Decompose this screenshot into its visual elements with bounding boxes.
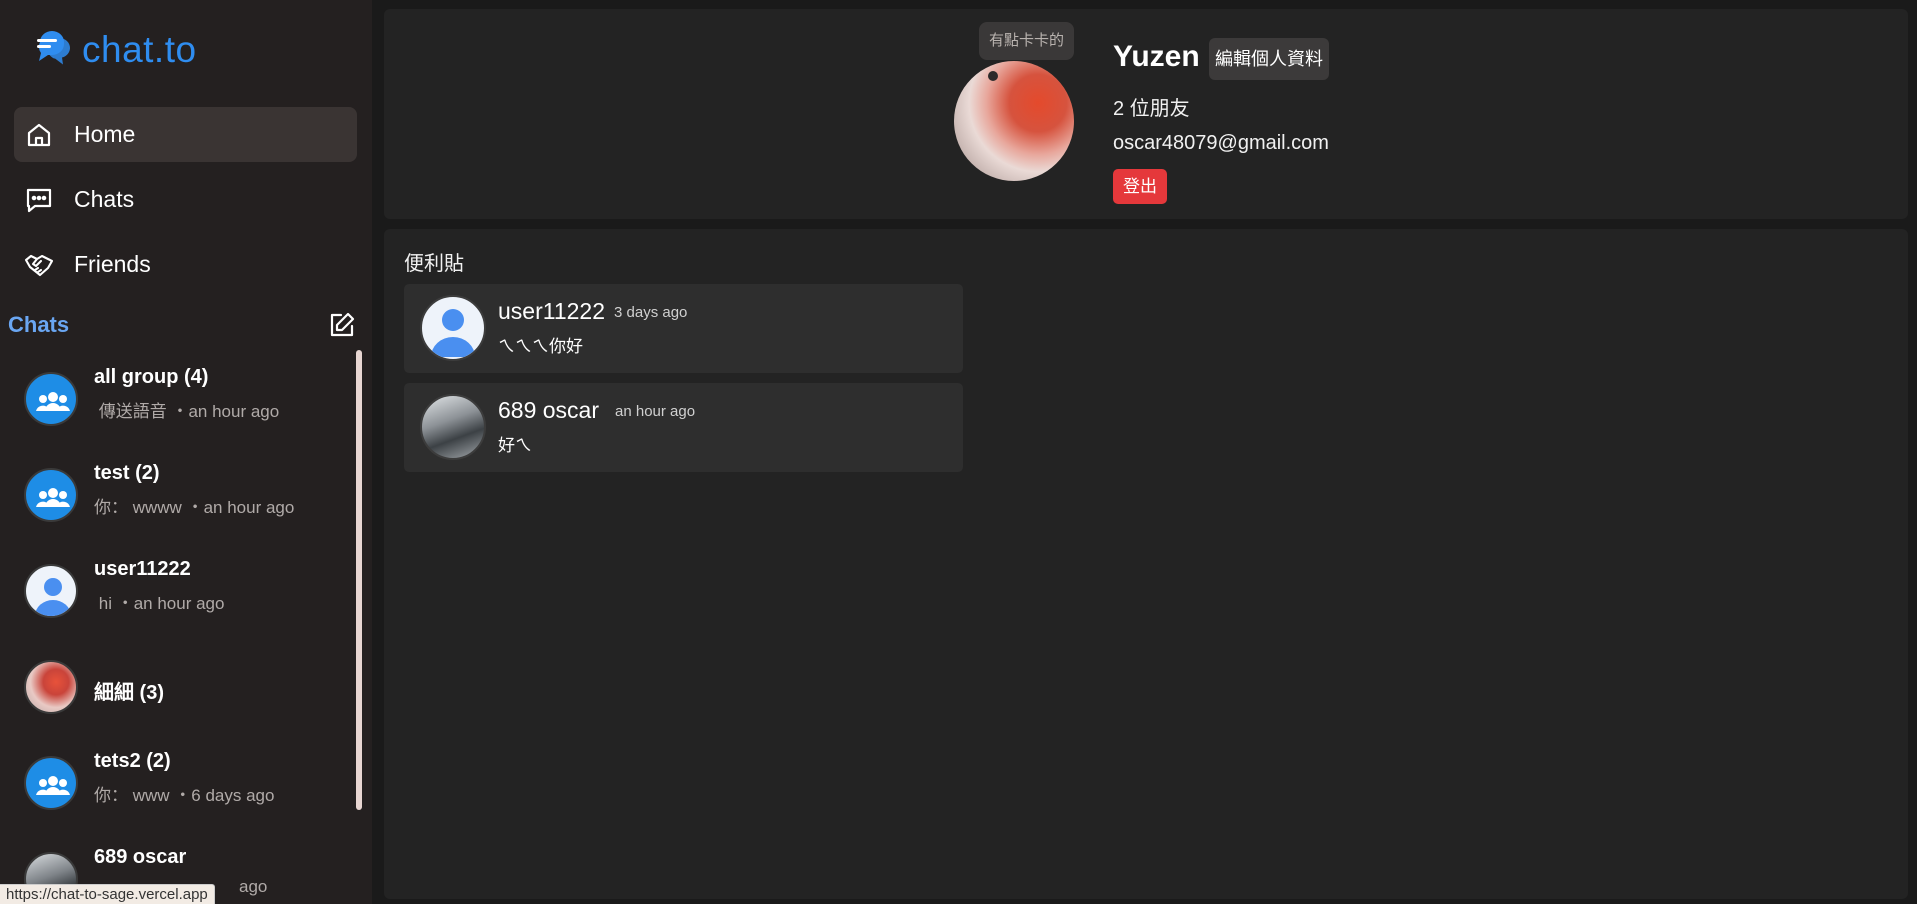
chat-logo-icon xyxy=(37,31,70,65)
chat-item-user11222[interactable]: user11222 hi ・an hour ago xyxy=(0,546,352,636)
nav-home-label: Home xyxy=(74,121,136,147)
chat-list-scrollbar[interactable] xyxy=(356,350,364,810)
chat-item-test[interactable]: test (2) 你： wwww ・an hour ago xyxy=(0,450,352,540)
nav-chats[interactable]: Chats xyxy=(14,172,357,227)
nav-friends[interactable]: Friends xyxy=(14,237,357,292)
default-user-avatar xyxy=(24,564,78,618)
photo-avatar xyxy=(420,394,486,460)
sticky-note[interactable]: 689 oscar an hour ago 好ㄟ xyxy=(404,383,963,472)
chats-section-title: Chats xyxy=(8,312,70,337)
group-icon xyxy=(24,372,78,426)
chat-preview: 你： www ・6 days ago xyxy=(94,786,275,805)
status-bar-url: https://chat-to-sage.vercel.app xyxy=(0,884,215,904)
chat-preview: 你： wwww ・an hour ago xyxy=(94,498,295,517)
profile-name: Yuzen xyxy=(1113,40,1200,73)
chat-preview: 傳送語音 ・an hour ago xyxy=(98,402,280,421)
chat-bubble-icon xyxy=(24,185,54,215)
sticky-note[interactable]: user11222 3 days ago ㄟㄟㄟ你好 xyxy=(404,284,963,373)
sticky-notes-title: 便利貼 xyxy=(404,253,464,275)
chat-item-all-group[interactable]: all group (4) 傳送語音 ・an hour ago xyxy=(0,354,352,444)
chat-name: tets2 (2) xyxy=(94,750,171,772)
profile-email: oscar48079@gmail.com xyxy=(1113,132,1329,154)
chat-name: user11222 xyxy=(94,558,191,580)
nav-friends-label: Friends xyxy=(74,251,151,277)
chat-name: all group (4) xyxy=(94,366,209,388)
chats-section-header: Chats xyxy=(8,308,358,342)
friends-count[interactable]: 2 位朋友 xyxy=(1113,92,1190,121)
status-bubble[interactable]: 有點卡卡的 xyxy=(979,22,1075,60)
note-message: 好ㄟ xyxy=(498,436,532,455)
nav-chats-label: Chats xyxy=(74,186,135,212)
chat-list: all group (4) 傳送語音 ・an hour ago test (2)… xyxy=(0,354,355,904)
note-author: user11222 xyxy=(498,298,605,324)
photo-avatar xyxy=(24,660,78,714)
note-time: an hour ago xyxy=(615,403,696,420)
nav-home[interactable]: Home xyxy=(14,107,357,162)
edit-icon[interactable] xyxy=(326,309,358,341)
chat-name: test (2) xyxy=(94,462,160,484)
chat-item-xixi[interactable]: 細細 (3) xyxy=(0,642,352,732)
handshake-icon xyxy=(24,250,54,280)
scrollbar-thumb[interactable] xyxy=(356,350,362,810)
home-icon xyxy=(24,120,54,150)
brand-logo[interactable]: chat.to xyxy=(26,26,197,74)
profile-avatar[interactable] xyxy=(954,61,1074,181)
brand-name: chat.to xyxy=(82,29,197,70)
app-root: chat.to Home Chats Friends Chats all gro… xyxy=(0,0,1917,904)
sidebar: chat.to Home Chats Friends Chats all gro… xyxy=(0,0,372,904)
chat-name: 689 oscar xyxy=(94,846,187,868)
note-author: 689 oscar xyxy=(498,397,600,423)
edit-profile-button[interactable]: 編輯個人資料 xyxy=(1209,38,1329,80)
default-user-avatar xyxy=(420,295,486,361)
chat-item-tets2[interactable]: tets2 (2) 你： www ・6 days ago xyxy=(0,738,352,828)
group-icon xyxy=(24,756,78,810)
status-bubble-dot xyxy=(988,71,998,81)
chat-name: 細細 (3) xyxy=(94,682,164,704)
chat-preview: hi ・an hour ago xyxy=(98,594,225,613)
group-icon xyxy=(24,468,78,522)
note-time: 3 days ago xyxy=(614,304,688,321)
logout-button[interactable]: 登出 xyxy=(1113,169,1167,204)
note-message: ㄟㄟㄟ你好 xyxy=(498,337,583,356)
